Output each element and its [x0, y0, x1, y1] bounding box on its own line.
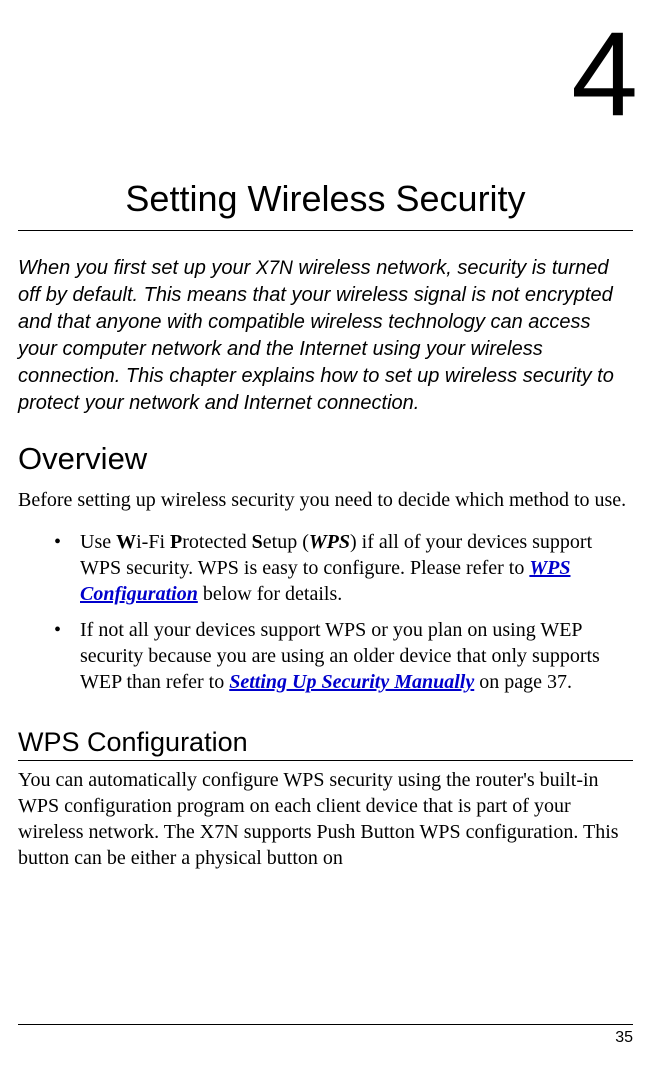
- b1-w: W: [116, 531, 136, 553]
- b2-t2: on page 37.: [474, 671, 572, 693]
- wps-configuration-body: You can automatically configure WPS secu…: [18, 767, 633, 871]
- page-footer: 35: [18, 1024, 633, 1047]
- chapter-number: 4: [18, 20, 633, 128]
- b1-t3: rotected: [182, 531, 251, 553]
- overview-bullets: Use Wi-Fi Protected Setup (WPS) if all o…: [18, 529, 633, 695]
- chapter-title: Setting Wireless Security: [18, 178, 633, 231]
- wps-configuration-heading: WPS Configuration: [18, 727, 633, 761]
- setting-up-security-manually-link[interactable]: Setting Up Security Manually: [229, 671, 474, 693]
- bullet-item-2: If not all your devices support WPS or y…: [18, 617, 633, 695]
- page-number: 35: [615, 1029, 633, 1046]
- b1-p: P: [170, 531, 182, 553]
- b1-wps: WPS: [309, 531, 350, 553]
- b1-s: S: [252, 531, 263, 553]
- b1-t1: Use: [80, 531, 116, 553]
- bullet-item-1: Use Wi-Fi Protected Setup (WPS) if all o…: [18, 529, 633, 607]
- intro-text-2: wireless network, security is turned off…: [18, 257, 614, 414]
- intro-text-1: When you first set up your: [18, 257, 256, 279]
- overview-heading: Overview: [18, 441, 633, 477]
- b1-t2: i-Fi: [136, 531, 170, 553]
- b1-t4: etup (: [263, 531, 309, 553]
- product-name: X7N: [256, 258, 293, 279]
- intro-paragraph: When you first set up your X7N wireless …: [18, 255, 633, 417]
- b1-t6: below for details.: [198, 583, 342, 605]
- overview-body: Before setting up wireless security you …: [18, 487, 633, 513]
